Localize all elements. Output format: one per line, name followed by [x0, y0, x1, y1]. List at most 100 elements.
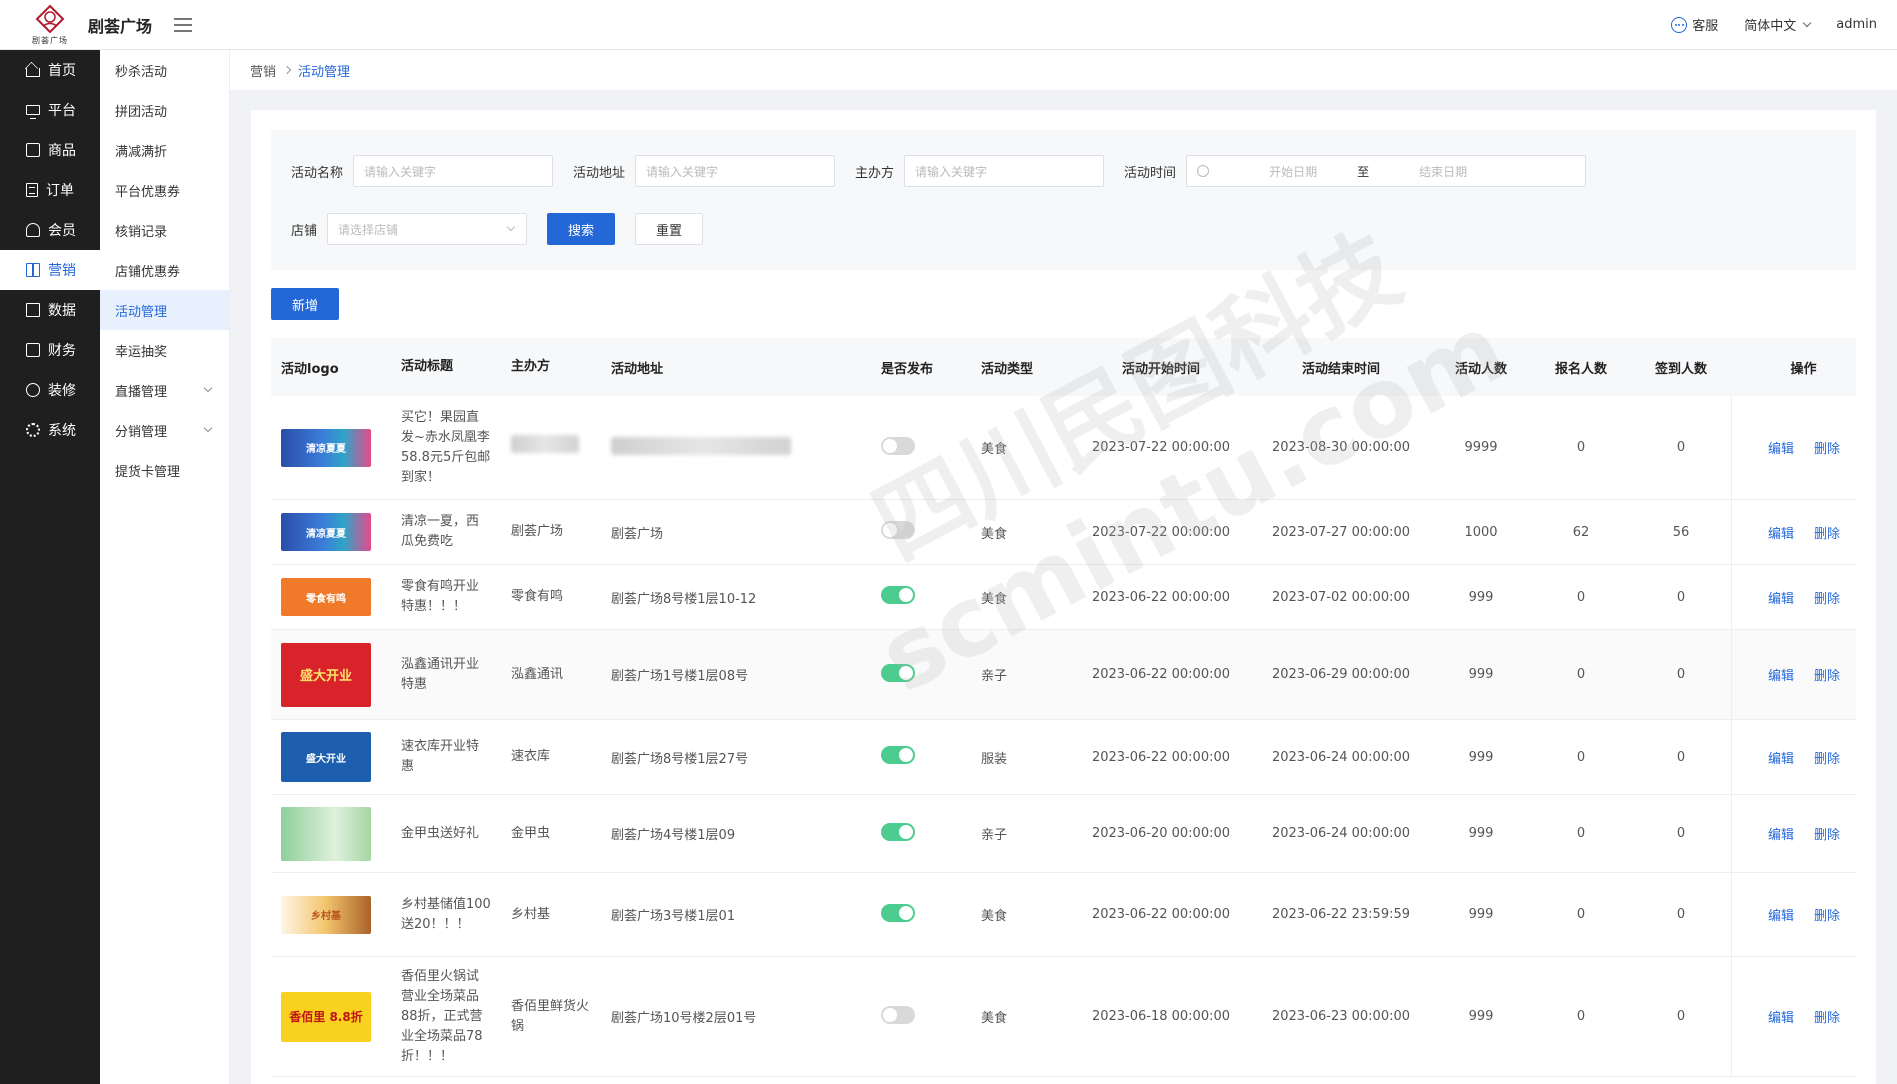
end-time: 2023-06-23 00:00:00	[1271, 1009, 1411, 1024]
customer-service-button[interactable]: 客服	[1671, 15, 1718, 34]
shop-placeholder: 请选择店铺	[338, 222, 399, 237]
activity-name-input[interactable]: 请输入关键字	[353, 155, 554, 187]
submenu-item-group-buy[interactable]: 拼团活动	[100, 90, 229, 130]
delete-button[interactable]: 删除	[1814, 588, 1840, 607]
edit-button[interactable]: 编辑	[1768, 748, 1794, 767]
activity-logo-image: 乡村基	[281, 895, 371, 934]
registered-count: 0	[1576, 589, 1586, 605]
activity-logo-image: 清凉夏夏	[281, 513, 371, 551]
shop-select[interactable]: 请选择店铺	[327, 213, 528, 245]
edit-button[interactable]: 编辑	[1768, 438, 1794, 457]
delete-button[interactable]: 删除	[1814, 905, 1840, 924]
nav-item-goods[interactable]: 商品	[0, 130, 100, 170]
activity-title: 零食有鸣开业特惠！！！	[401, 579, 480, 614]
activity-address-input[interactable]: 请输入关键字	[635, 155, 836, 187]
publish-toggle[interactable]	[881, 1005, 915, 1024]
submenu-item-shop-coupon[interactable]: 店铺优惠券	[100, 250, 229, 290]
add-activity-button[interactable]: 新增	[271, 288, 340, 320]
submenu-item-discount[interactable]: 满减满折	[100, 130, 229, 170]
end-time: 2023-06-22 23:59:59	[1271, 907, 1411, 922]
nav-item-home[interactable]: 首页	[0, 50, 100, 90]
activity-logo-image	[281, 806, 371, 861]
publish-toggle[interactable]	[881, 436, 915, 455]
edit-button[interactable]: 编辑	[1768, 523, 1794, 542]
publish-toggle[interactable]	[881, 521, 915, 539]
nav-label: 订单	[46, 183, 74, 199]
publish-toggle[interactable]	[881, 746, 915, 764]
reset-button[interactable]: 重置	[635, 213, 704, 245]
column-header: 活动地址	[611, 361, 664, 377]
organizer-input[interactable]: 请输入关键字	[904, 155, 1105, 187]
publish-toggle[interactable]	[881, 822, 915, 841]
table-row: 香佰里 8.8折 香佰里火锅试营业全场菜品88折，正式营业全场菜品78折！！！ …	[271, 957, 1856, 1077]
delete-button[interactable]: 删除	[1814, 665, 1840, 684]
table-row: 盛大开业 速衣库开业特惠 速衣库 剧荟广场8号楼1层27号 服装 2023-06…	[271, 720, 1856, 795]
capacity: 1000	[1464, 524, 1498, 540]
submenu-item-distribution[interactable]: 分销管理	[100, 410, 229, 450]
nav-item-decoration[interactable]: 装修	[0, 370, 100, 410]
edit-button[interactable]: 编辑	[1768, 665, 1794, 684]
table-row: 清凉夏夏 清凉一夏，西瓜免费吃 剧荟广场 剧荟广场 美食 2023-07-22 …	[271, 500, 1856, 565]
nav-item-data[interactable]: 数据	[0, 290, 100, 330]
column-header: 活动标题	[401, 359, 454, 374]
edit-button[interactable]: 编辑	[1768, 905, 1794, 924]
submenu-item-live[interactable]: 直播管理	[100, 370, 229, 410]
delete-button[interactable]: 删除	[1814, 1007, 1840, 1026]
nav-label: 系统	[48, 423, 76, 439]
brush-icon	[26, 383, 40, 397]
nav-item-system[interactable]: 系统	[0, 410, 100, 450]
search-button[interactable]: 搜索	[547, 213, 616, 245]
submenu-item-pickup-card[interactable]: 提货卡管理	[100, 450, 229, 490]
delete-button[interactable]: 删除	[1814, 523, 1840, 542]
wallet-icon	[26, 343, 40, 357]
submenu-item-flash-sale[interactable]: 秒杀活动	[100, 50, 229, 90]
edit-button[interactable]: 编辑	[1768, 588, 1794, 607]
brand-logo[interactable]: 剧荟广场	[0, 0, 100, 50]
end-date-placeholder: 结束日期	[1419, 164, 1468, 179]
activity-time-label: 活动时间	[1124, 165, 1177, 181]
gift-icon	[26, 263, 40, 277]
publish-toggle[interactable]	[881, 663, 915, 682]
submenu-item-platform-coupon[interactable]: 平台优惠券	[100, 170, 229, 210]
edit-button[interactable]: 编辑	[1768, 824, 1794, 843]
registered-count: 0	[1576, 826, 1586, 841]
submenu-item-redemption[interactable]: 核销记录	[100, 210, 229, 250]
breadcrumb-parent[interactable]: 营销	[250, 61, 276, 80]
nav-item-platform[interactable]: 平台	[0, 90, 100, 130]
user-menu[interactable]: admin	[1836, 17, 1877, 32]
submenu-item-activity-management[interactable]: 活动管理	[100, 290, 229, 330]
publish-toggle[interactable]	[881, 586, 915, 604]
registered-count: 0	[1576, 667, 1586, 682]
submenu-label: 活动管理	[115, 304, 168, 320]
language-select[interactable]: 简体中文	[1744, 15, 1812, 34]
signed-in-count: 0	[1676, 589, 1686, 605]
nav-item-finance[interactable]: 财务	[0, 330, 100, 370]
nav-item-orders[interactable]: 订单	[0, 170, 100, 210]
logo-emblem-icon	[35, 4, 65, 33]
delete-button[interactable]: 删除	[1814, 438, 1840, 457]
top-header: 剧荟广场 剧荟广场 客服 简体中文 admin	[0, 0, 1897, 50]
capacity: 999	[1468, 1009, 1494, 1024]
activity-logo-image: 香佰里 8.8折	[281, 991, 371, 1042]
registered-count: 0	[1576, 749, 1586, 765]
submenu-label: 分销管理	[115, 424, 168, 440]
start-time: 2023-06-22 00:00:00	[1091, 589, 1231, 605]
submenu-item-lucky-draw[interactable]: 幸运抽奖	[100, 330, 229, 370]
edit-button[interactable]: 编辑	[1768, 1007, 1794, 1026]
date-range-picker[interactable]: 开始日期 至 结束日期	[1186, 155, 1587, 187]
breadcrumb: 营销 活动管理	[230, 50, 1897, 90]
nav-item-members[interactable]: 会员	[0, 210, 100, 250]
signed-in-count: 0	[1676, 440, 1686, 455]
nav-item-marketing[interactable]: 营销	[0, 250, 100, 290]
menu-toggle-icon[interactable]	[174, 17, 193, 32]
activity-type: 亲子	[981, 669, 1008, 684]
registered-count: 0	[1576, 440, 1586, 455]
submenu-label: 秒杀活动	[115, 64, 168, 80]
organizer: 乡村基	[511, 906, 551, 922]
publish-toggle[interactable]	[881, 903, 915, 922]
activity-address-label: 活动地址	[573, 165, 626, 181]
activity-title: 乡村基储值100送20！！！	[401, 896, 491, 932]
delete-button[interactable]: 删除	[1814, 748, 1840, 767]
table-row: 盛大开业 泓鑫通讯开业特惠 泓鑫通讯 剧荟广场1号楼1层08号 亲子 2023-…	[271, 630, 1856, 720]
delete-button[interactable]: 删除	[1814, 824, 1840, 843]
